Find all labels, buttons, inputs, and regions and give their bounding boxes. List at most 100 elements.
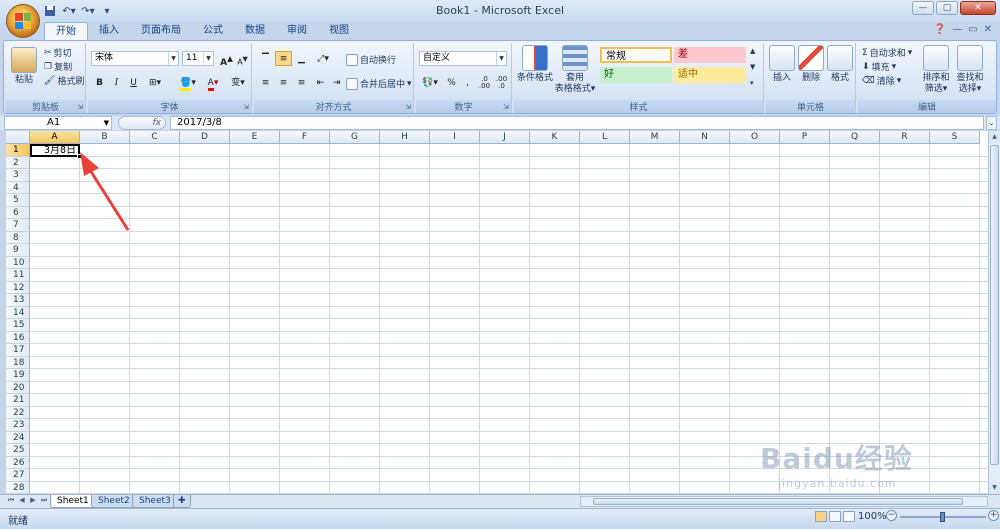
row-header[interactable]: 13	[6, 294, 30, 307]
column-header[interactable]: B	[80, 131, 130, 144]
number-format-combo[interactable]: 自定义 ▼	[419, 51, 507, 66]
column-header[interactable]: S	[930, 131, 980, 144]
column-header[interactable]: H	[380, 131, 430, 144]
row-header[interactable]: 9	[6, 244, 30, 257]
insert-cells-button[interactable]: 插入	[768, 45, 796, 84]
row-header[interactable]: 6	[6, 206, 30, 219]
fill-button[interactable]: ⬇ 填充 ▾	[862, 60, 896, 74]
sort-filter-button[interactable]: 排序和 筛选▾	[920, 45, 952, 95]
next-sheet-icon[interactable]: ▶	[28, 496, 38, 505]
increase-decimal-button[interactable]: .0 .00	[476, 75, 493, 90]
comma-button[interactable]: ,	[459, 75, 476, 90]
column-header[interactable]: I	[430, 131, 480, 144]
zoom-out-icon[interactable]: −	[886, 510, 897, 521]
find-select-button[interactable]: 查找和 选择▾	[954, 45, 986, 95]
percent-button[interactable]: %	[443, 75, 460, 90]
wrap-text-button[interactable]: 自动换行	[346, 53, 396, 66]
row-header[interactable]: 18	[6, 356, 30, 369]
copy-button[interactable]: ❐ 复制	[44, 60, 72, 74]
align-top-icon[interactable]: ▔	[257, 51, 274, 66]
style-good[interactable]: 好	[600, 67, 672, 83]
autosum-button[interactable]: Σ 自动求和 ▾	[862, 46, 912, 60]
fill-color-button[interactable]: 🪣▾	[176, 75, 200, 91]
row-header[interactable]: 7	[6, 219, 30, 232]
row-header[interactable]: 12	[6, 281, 30, 294]
row-header[interactable]: 21	[6, 394, 30, 407]
office-button[interactable]	[6, 4, 40, 38]
column-header[interactable]: R	[880, 131, 930, 144]
delete-cells-button[interactable]: 删除	[797, 45, 825, 84]
zoom-slider-knob[interactable]	[940, 512, 945, 522]
row-header[interactable]: 19	[6, 369, 30, 382]
row-header[interactable]: 1	[6, 144, 30, 157]
row-header[interactable]: 27	[6, 469, 30, 482]
column-header[interactable]: J	[480, 131, 530, 144]
column-header[interactable]: L	[580, 131, 630, 144]
close-button[interactable]: ✕	[960, 1, 996, 15]
name-box[interactable]: A1 ▼	[4, 116, 112, 130]
font-color-button[interactable]: A▾	[202, 75, 224, 91]
format-cells-button[interactable]: 格式	[826, 45, 854, 84]
style-bad[interactable]: 差	[674, 47, 746, 63]
row-header[interactable]: 23	[6, 419, 30, 432]
decrease-indent-icon[interactable]: ⇤	[312, 75, 329, 90]
last-sheet-icon[interactable]: ⏭	[39, 496, 49, 505]
column-header[interactable]: F	[280, 131, 330, 144]
decrease-decimal-button[interactable]: .00 .0	[493, 75, 510, 90]
zoom-level[interactable]: 100%	[858, 511, 887, 522]
grow-font-button[interactable]: A▲	[218, 51, 235, 68]
format-painter-button[interactable]: 🖌 格式刷	[44, 74, 84, 88]
sheet-tab-sheet1[interactable]: Sheet1	[50, 495, 96, 508]
column-header[interactable]: M	[630, 131, 680, 144]
phonetic-button[interactable]: 变▾	[228, 75, 248, 90]
maximize-button[interactable]: ▢	[936, 1, 958, 15]
font-launcher-icon[interactable]: ⇲	[243, 103, 249, 111]
fill-handle[interactable]	[77, 154, 82, 159]
row-header[interactable]: 10	[6, 256, 30, 269]
column-header[interactable]: G	[330, 131, 380, 144]
format-as-table-button[interactable]: 套用 表格格式▾	[554, 45, 596, 95]
column-header[interactable]: Q	[830, 131, 880, 144]
row-header[interactable]: 22	[6, 406, 30, 419]
select-all-button[interactable]	[6, 131, 30, 144]
underline-button[interactable]: U	[125, 75, 142, 90]
minimize-button[interactable]: —	[912, 1, 934, 15]
row-header[interactable]: 8	[6, 231, 30, 244]
borders-button[interactable]: ⊞▾	[144, 75, 166, 90]
row-header[interactable]: 24	[6, 431, 30, 444]
vertical-scroll-thumb[interactable]	[990, 145, 999, 465]
normal-view-icon[interactable]	[815, 511, 827, 522]
bold-button[interactable]: B	[91, 75, 108, 90]
expand-formula-bar-icon[interactable]: ⌄	[986, 116, 997, 130]
row-header[interactable]: 16	[6, 331, 30, 344]
orientation-icon[interactable]: ⤢▾	[312, 51, 334, 66]
style-neutral[interactable]: 适中	[674, 67, 746, 83]
align-middle-icon[interactable]: ≡	[275, 51, 292, 66]
help-icon[interactable]: ❓	[934, 24, 946, 35]
vertical-scrollbar[interactable]: ▲ ▼	[988, 131, 1000, 494]
sheet-tab-sheet3[interactable]: Sheet3	[132, 495, 178, 508]
row-header[interactable]: 5	[6, 194, 30, 207]
tab-page-layout[interactable]: 页面布局	[130, 22, 192, 40]
align-bottom-icon[interactable]: ▁	[293, 51, 310, 66]
align-left-icon[interactable]: ≡	[257, 75, 274, 90]
prev-sheet-icon[interactable]: ◀	[17, 496, 27, 505]
sheet-tab-sheet2[interactable]: Sheet2	[91, 495, 137, 508]
row-header[interactable]: 11	[6, 269, 30, 282]
tab-view[interactable]: 视图	[318, 22, 360, 40]
clipboard-launcher-icon[interactable]: ⇲	[77, 103, 83, 111]
style-normal[interactable]: 常规	[600, 47, 672, 63]
alignment-launcher-icon[interactable]: ⇲	[405, 103, 411, 111]
page-layout-view-icon[interactable]	[829, 511, 841, 522]
tab-formulas[interactable]: 公式	[192, 22, 234, 40]
number-launcher-icon[interactable]: ⇲	[503, 103, 509, 111]
row-header[interactable]: 28	[6, 481, 30, 494]
column-header[interactable]: N	[680, 131, 730, 144]
row-header[interactable]: 26	[6, 456, 30, 469]
tab-data[interactable]: 数据	[234, 22, 276, 40]
shrink-font-button[interactable]: A▼	[234, 51, 251, 67]
column-header[interactable]: D	[180, 131, 230, 144]
scroll-down-icon[interactable]: ▼	[989, 482, 1000, 494]
cell-a1[interactable]: 3月8日	[30, 144, 80, 157]
styles-more-icon[interactable]: ▾	[750, 79, 754, 87]
